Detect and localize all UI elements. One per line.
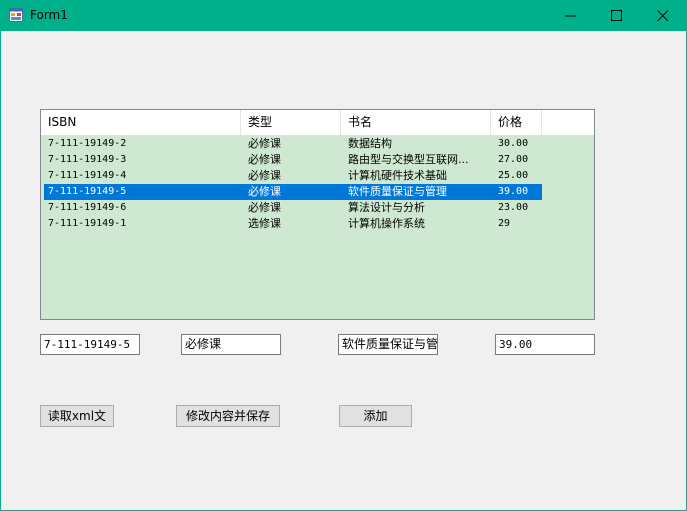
cell-isbn: 7-111-19149-4 [48,170,127,181]
cell-isbn: 7-111-19149-6 [48,202,127,213]
cell-name: 计算机硬件技术基础 [348,169,447,182]
app-form-icon [9,8,23,22]
maximize-icon [611,10,622,21]
cell-type: 选修课 [248,217,281,230]
read-xml-button[interactable]: 读取xml文 [40,405,114,427]
name-field[interactable]: 软件质量保证与管 [338,334,438,355]
listview-header: ISBN 类型 书名 价格 [41,110,594,135]
cell-name: 算法设计与分析 [348,201,425,214]
isbn-field[interactable]: 7-111-19149-5 [40,334,140,355]
minimize-button[interactable] [548,0,594,31]
close-button[interactable] [640,0,686,31]
cell-type: 必修课 [248,201,281,214]
column-header-isbn[interactable]: ISBN [41,110,241,135]
cell-price: 30.00 [498,138,529,149]
close-icon [657,10,669,22]
cell-type: 必修课 [248,153,281,166]
cell-price: 27.00 [498,154,529,165]
cell-isbn: 7-111-19149-3 [48,154,127,165]
cell-isbn: 7-111-19149-1 [48,218,127,229]
table-row[interactable]: 7-111-19149-1 选修课 计算机操作系统 29 [41,216,594,232]
cell-type: 必修课 [248,185,281,198]
table-row[interactable]: 7-111-19149-3 必修课 路由型与交换型互联网... 27.00 [41,152,594,168]
minimize-icon [565,15,576,17]
cell-name: 路由型与交换型互联网... [348,153,469,166]
cell-name: 软件质量保证与管理 [348,185,447,198]
cell-price: 29 [498,218,511,229]
maximize-button[interactable] [594,0,640,31]
table-row[interactable]: 7-111-19149-4 必修课 计算机硬件技术基础 25.00 [41,168,594,184]
column-header-price[interactable]: 价格 [491,110,542,135]
cell-type: 必修课 [248,169,281,182]
window-title: Form1 [30,8,68,22]
add-button[interactable]: 添加 [339,405,412,427]
cell-isbn: 7-111-19149-5 [48,186,127,197]
table-row[interactable]: 7-111-19149-6 必修课 算法设计与分析 23.00 [41,200,594,216]
cell-name: 计算机操作系统 [348,217,425,230]
type-field[interactable]: 必修课 [181,334,281,355]
cell-price: 23.00 [498,202,529,213]
listview-rows: 7-111-19149-2 必修课 数据结构 30.00 7-111-19149… [41,136,594,232]
title-bar[interactable]: Form1 [0,0,687,31]
cell-name: 数据结构 [348,137,392,150]
save-changes-button[interactable]: 修改内容并保存 [176,405,280,427]
column-header-type[interactable]: 类型 [241,110,341,135]
table-row[interactable]: 7-111-19149-2 必修课 数据结构 30.00 [41,136,594,152]
table-row-selected[interactable]: 7-111-19149-5 必修课 软件质量保证与管理 39.00 [41,184,594,200]
cell-isbn: 7-111-19149-2 [48,138,127,149]
cell-price: 39.00 [498,186,529,197]
price-field[interactable]: 39.00 [495,334,595,355]
column-header-name[interactable]: 书名 [341,110,491,135]
book-listview[interactable]: ISBN 类型 书名 价格 7-111-19149-2 必修课 数据结构 30.… [40,109,595,320]
cell-price: 25.00 [498,170,529,181]
cell-type: 必修课 [248,137,281,150]
